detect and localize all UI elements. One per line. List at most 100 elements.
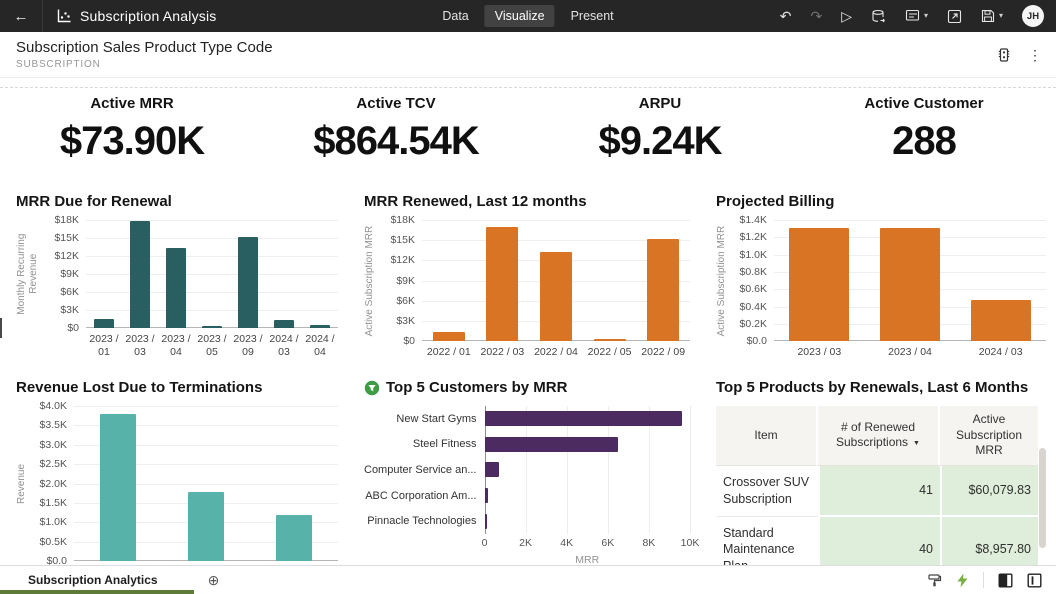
bar[interactable] bbox=[485, 514, 487, 529]
chart-title-text: Top 5 Customers by MRR bbox=[386, 379, 567, 396]
y-axis: $18K$15K$12K$9K$6K$3K$0 bbox=[380, 220, 418, 341]
panel-left-toggle-icon[interactable] bbox=[998, 573, 1013, 588]
toolbar-icons: ↶ ↷ ▷ ▾ ▾ JH bbox=[780, 5, 1056, 27]
chart-mrr-due-renewal[interactable]: MRR Due for Renewal Monthly Recurring Re… bbox=[0, 185, 348, 371]
bar[interactable] bbox=[485, 411, 682, 426]
bar[interactable] bbox=[594, 339, 626, 341]
table-scrollbar[interactable] bbox=[1039, 448, 1046, 548]
x-tick-label: 2022 / 04 bbox=[529, 346, 583, 360]
item-cell: Crossover SUV Subscription bbox=[716, 466, 818, 517]
col-renewed-subscriptions[interactable]: # of Renewed Subscriptions▼ bbox=[818, 406, 940, 466]
filter-funnel-icon[interactable] bbox=[364, 380, 380, 396]
y-axis: $1.4K$1.2K$1.0K$0.8K$0.6K$0.4K$0.2K$0.0 bbox=[732, 220, 770, 341]
category-label: ABC Corporation Am... bbox=[364, 483, 477, 509]
bar[interactable] bbox=[485, 462, 499, 477]
chart-revenue-lost[interactable]: Revenue Lost Due to Terminations Revenue… bbox=[0, 371, 348, 594]
quick-insights-icon[interactable] bbox=[956, 573, 969, 588]
save-button[interactable]: ▾ bbox=[981, 9, 1003, 23]
kpi-value: $73.90K bbox=[0, 119, 264, 164]
bar[interactable] bbox=[485, 488, 488, 503]
bar[interactable] bbox=[202, 326, 223, 328]
bar[interactable] bbox=[485, 437, 619, 452]
menu-data[interactable]: Data bbox=[432, 5, 478, 27]
x-tick-label: 2022 / 09 bbox=[636, 346, 690, 360]
y-tick-label: $6K bbox=[60, 286, 79, 298]
menu-present[interactable]: Present bbox=[561, 5, 624, 27]
run-icon[interactable]: ▷ bbox=[841, 9, 852, 23]
bar[interactable] bbox=[100, 414, 137, 561]
table-row[interactable]: Crossover SUV Subscription41$60,079.83 bbox=[716, 466, 1038, 517]
x-tick-label: 2023 / 09 bbox=[230, 333, 266, 360]
tab-subscription-analytics[interactable]: Subscription Analytics bbox=[0, 566, 194, 594]
bar[interactable] bbox=[971, 300, 1031, 342]
bar[interactable] bbox=[276, 515, 313, 561]
bar[interactable] bbox=[880, 228, 940, 342]
kpi-active-customer[interactable]: Active Customer 288 bbox=[792, 95, 1056, 185]
avatar[interactable]: JH bbox=[1022, 5, 1044, 27]
bar-slot bbox=[774, 220, 865, 341]
bar-slot bbox=[476, 220, 530, 341]
chart-title: MRR Renewed, Last 12 months bbox=[364, 193, 690, 210]
bar-slot bbox=[230, 220, 266, 328]
plot-area bbox=[422, 220, 690, 341]
panel-split-toggle-icon[interactable] bbox=[1027, 573, 1042, 588]
col-active-subscription-mrr[interactable]: Active Subscription MRR bbox=[940, 406, 1038, 466]
y-tick-label: $2.5K bbox=[40, 458, 67, 470]
kpi-active-tcv[interactable]: Active TCV $864.54K bbox=[264, 95, 528, 185]
bars bbox=[774, 220, 1046, 341]
dashboard-canvas: Active MRR $73.90K Active TCV $864.54K A… bbox=[0, 87, 1056, 594]
open-in-new-icon[interactable] bbox=[947, 9, 962, 24]
bar[interactable] bbox=[166, 248, 187, 328]
chart-mrr-renewed[interactable]: MRR Renewed, Last 12 months Active Subsc… bbox=[348, 185, 700, 371]
bar[interactable] bbox=[130, 221, 151, 328]
bar-slot bbox=[250, 406, 338, 561]
bar[interactable] bbox=[238, 237, 259, 328]
chart-projected-billing[interactable]: Projected Billing Active Subscription MR… bbox=[700, 185, 1056, 371]
filter-settings-icon[interactable] bbox=[996, 47, 1012, 63]
data-refresh-icon[interactable] bbox=[871, 9, 886, 24]
plot-area bbox=[485, 406, 691, 534]
report-subtitle: SUBSCRIPTION bbox=[16, 59, 273, 70]
back-button[interactable]: ← bbox=[0, 0, 43, 32]
kpi-label: ARPU bbox=[528, 95, 792, 112]
chart-top5-customers[interactable]: Top 5 Customers by MRR New Start GymsSte… bbox=[348, 371, 700, 594]
scatter-chart-icon bbox=[56, 8, 72, 24]
bar[interactable] bbox=[647, 239, 679, 341]
y-axis-title: Revenue bbox=[16, 406, 28, 561]
back-icon: ← bbox=[14, 8, 29, 25]
bar-row bbox=[485, 432, 691, 458]
bar[interactable] bbox=[188, 492, 225, 561]
table-top5-products[interactable]: Top 5 Products by Renewals, Last 6 Month… bbox=[700, 371, 1056, 594]
menu-visualize[interactable]: Visualize bbox=[485, 5, 555, 27]
y-tick-label: $2.0K bbox=[40, 478, 67, 490]
category-label: Pinnacle Technologies bbox=[364, 508, 477, 534]
more-options-icon[interactable]: ⋮ bbox=[1028, 48, 1042, 62]
chart-title: Top 5 Customers by MRR bbox=[364, 379, 690, 396]
top-menu: Data Visualize Present bbox=[432, 5, 623, 27]
bar[interactable] bbox=[540, 252, 572, 341]
kpi-arpu[interactable]: ARPU $9.24K bbox=[528, 95, 792, 185]
redo-icon[interactable]: ↷ bbox=[810, 9, 822, 23]
kpi-value: $9.24K bbox=[528, 119, 792, 164]
kpi-active-mrr[interactable]: Active MRR $73.90K bbox=[0, 95, 264, 185]
bar[interactable] bbox=[94, 319, 115, 327]
comment-button[interactable]: ▾ bbox=[905, 9, 928, 23]
bar[interactable] bbox=[486, 227, 518, 342]
y-axis: $4.0K$3.5K$3.0K$2.5K$2.0K$1.5K$1.0K$0.5K… bbox=[32, 406, 70, 561]
paint-format-icon[interactable] bbox=[927, 573, 942, 588]
y-tick-label: $1.0K bbox=[40, 516, 67, 528]
undo-icon[interactable]: ↶ bbox=[780, 9, 792, 23]
y-tick-label: $6K bbox=[396, 295, 415, 307]
add-tab-icon[interactable]: ⊕ bbox=[208, 573, 220, 587]
bar[interactable] bbox=[789, 228, 849, 342]
charts-grid: MRR Due for Renewal Monthly Recurring Re… bbox=[0, 185, 1056, 594]
sort-desc-icon[interactable]: ▼ bbox=[913, 440, 920, 447]
bar[interactable] bbox=[310, 325, 331, 327]
y-axis-title: Active Subscription MRR bbox=[364, 220, 376, 341]
bar-row bbox=[485, 457, 691, 483]
table-title: Top 5 Products by Renewals, Last 6 Month… bbox=[716, 379, 1046, 396]
bar[interactable] bbox=[274, 320, 295, 328]
bottom-tab-bar: Subscription Analytics ⊕ bbox=[0, 565, 1056, 594]
col-item[interactable]: Item bbox=[716, 406, 818, 466]
bar[interactable] bbox=[433, 332, 465, 341]
